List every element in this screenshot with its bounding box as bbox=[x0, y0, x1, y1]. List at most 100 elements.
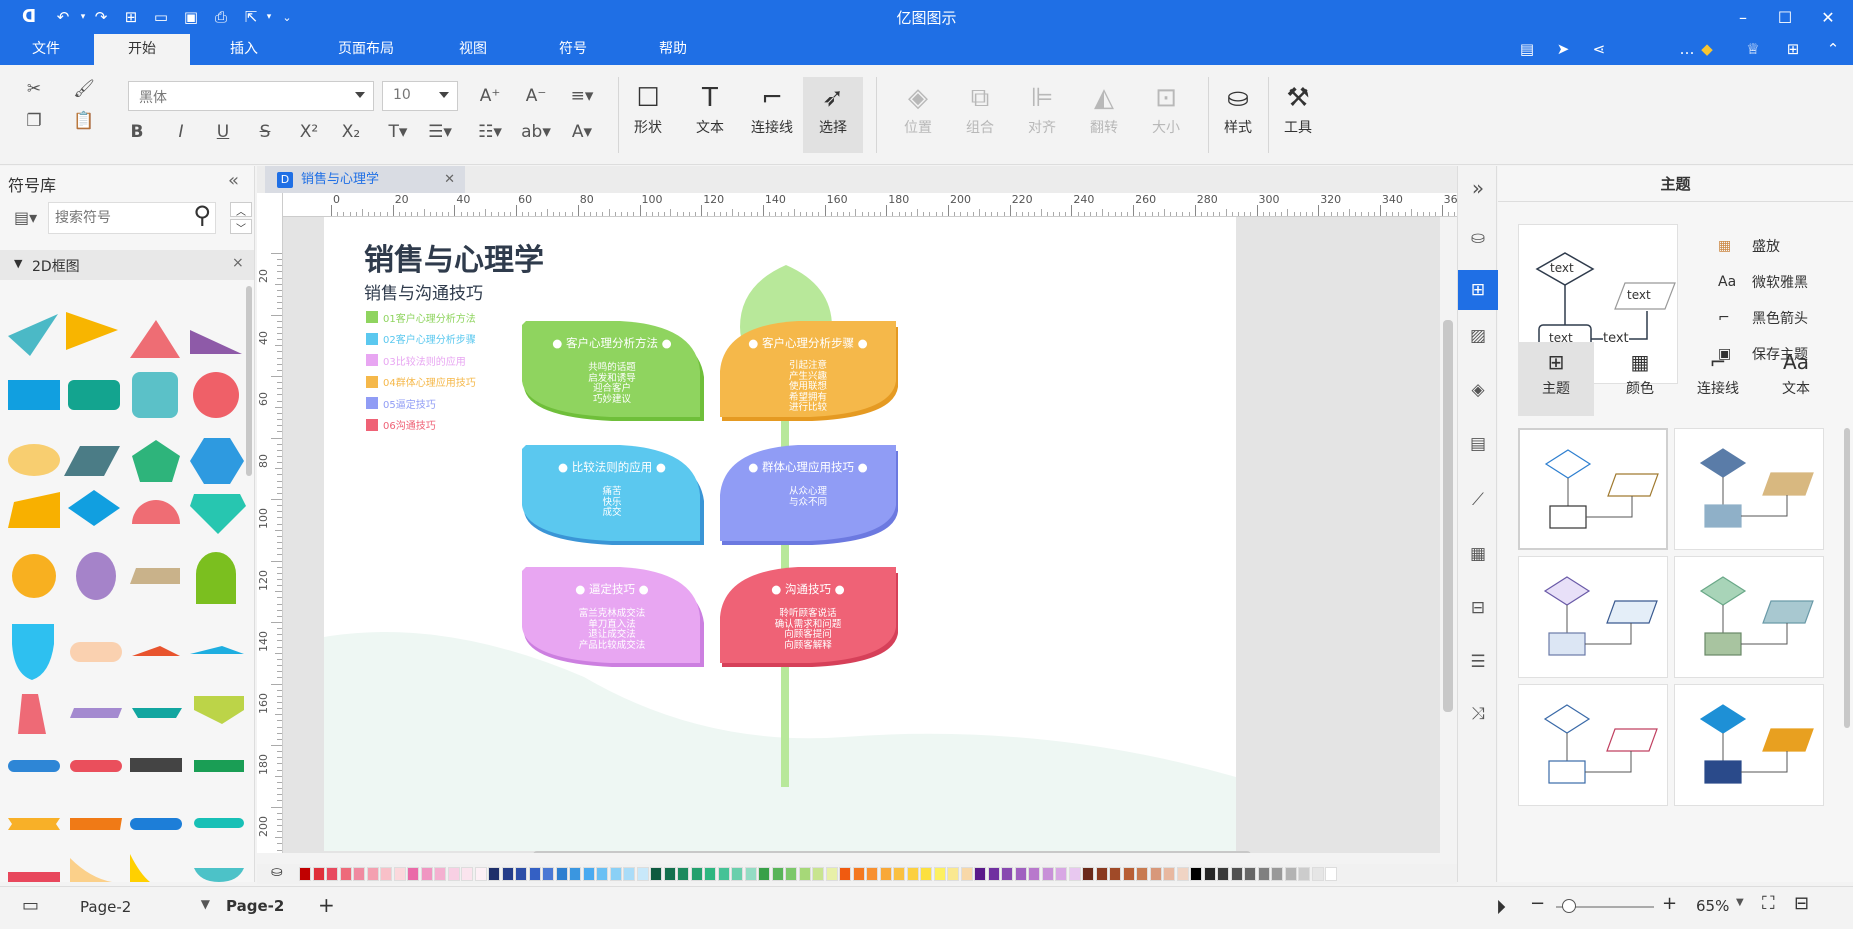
leaf-card[interactable]: ● 客户心理分析步骤 ● 引起注意 产生兴趣 使用联想 希望拥有 进行比较 bbox=[716, 321, 900, 421]
shape-triangle-red[interactable] bbox=[130, 320, 180, 358]
color-swatch[interactable] bbox=[515, 867, 527, 881]
legend-item[interactable]: 05逼定技巧 bbox=[366, 395, 436, 411]
shape-diamond[interactable] bbox=[68, 490, 120, 526]
color-swatch[interactable] bbox=[987, 867, 1000, 881]
color-swatch[interactable] bbox=[339, 867, 352, 881]
shape-triangle-purple[interactable] bbox=[190, 330, 242, 354]
page-list-icon[interactable]: ▭ bbox=[22, 895, 39, 916]
maximize-icon[interactable]: ☐ bbox=[1772, 4, 1798, 30]
color-swatch[interactable] bbox=[704, 867, 716, 881]
zoom-level[interactable]: 65% bbox=[1696, 897, 1729, 915]
theme-thumbnail[interactable] bbox=[1518, 428, 1668, 550]
connector-button[interactable]: ⌐ 连接线 bbox=[742, 79, 802, 137]
library-scrollbar[interactable] bbox=[246, 286, 252, 476]
increase-font-icon[interactable]: A⁺ bbox=[476, 81, 504, 111]
select-button[interactable]: ➶ 选择 bbox=[803, 77, 863, 153]
shape-shield[interactable] bbox=[12, 624, 54, 680]
horizontal-scrollbar[interactable] bbox=[533, 851, 1251, 853]
play-icon[interactable]: ⏵ bbox=[1496, 895, 1506, 919]
tools-button[interactable]: ⚒ 工具 bbox=[1268, 79, 1328, 137]
color-swatch[interactable] bbox=[1095, 867, 1108, 881]
drawing-page[interactable]: 销售与心理学 销售与沟通技巧 01客户心理分析方法 02客户心理分析步骤 03比较法… bbox=[324, 217, 1236, 851]
font-size-select[interactable]: 10 bbox=[382, 81, 458, 111]
shape-curve-peach[interactable] bbox=[70, 858, 112, 882]
shape-bar-teal[interactable] bbox=[132, 708, 182, 718]
color-swatch[interactable] bbox=[1244, 867, 1256, 881]
search-icon[interactable]: ⚲ bbox=[193, 201, 211, 229]
theme-scrollbar[interactable] bbox=[1844, 428, 1850, 728]
fit-page-icon[interactable]: ⛶ bbox=[1762, 893, 1775, 914]
color-swatch[interactable] bbox=[785, 867, 797, 881]
color-swatch[interactable] bbox=[1176, 867, 1189, 881]
shape-ribbon-yellow[interactable] bbox=[8, 818, 60, 830]
legend-item[interactable]: 01客户心理分析方法 bbox=[366, 309, 476, 325]
color-swatch[interactable] bbox=[1149, 867, 1162, 881]
shape-pill-peach[interactable] bbox=[70, 642, 122, 662]
outline-icon[interactable]: ☰ bbox=[1464, 648, 1492, 676]
shape-bowl[interactable] bbox=[194, 868, 244, 882]
symbol-search-input[interactable] bbox=[55, 207, 175, 229]
paste-icon[interactable]: 📋 bbox=[66, 107, 102, 135]
strikethrough-icon[interactable]: S bbox=[252, 117, 278, 147]
leaf-card[interactable]: ● 群体心理应用技巧 ● 从众心理 与众不同 bbox=[716, 445, 900, 545]
tab-theme[interactable]: ⊞ 主题 bbox=[1518, 342, 1594, 416]
collapse-panel-icon[interactable]: « bbox=[228, 170, 239, 191]
shuffle-icon[interactable]: ⤨ bbox=[1464, 700, 1492, 728]
text-direction-icon[interactable]: T▾ bbox=[380, 117, 416, 147]
page-select[interactable]: Page-2 ▼ bbox=[70, 893, 210, 921]
align-button[interactable]: ⊫ 对齐 bbox=[1012, 79, 1072, 137]
color-swatch[interactable] bbox=[474, 867, 487, 881]
color-swatch[interactable] bbox=[1311, 867, 1324, 881]
close-tab-icon[interactable]: ✕ bbox=[444, 166, 455, 193]
color-swatch[interactable] bbox=[960, 867, 973, 881]
color-swatch[interactable] bbox=[1230, 867, 1243, 881]
close-icon[interactable]: ✕ bbox=[1815, 4, 1841, 30]
shape-bar-dark[interactable] bbox=[130, 758, 182, 772]
shape-capsule-navy[interactable] bbox=[130, 818, 182, 830]
color-swatch[interactable] bbox=[596, 867, 608, 881]
fill-icon[interactable]: ⛀ bbox=[1464, 224, 1492, 252]
color-swatch[interactable] bbox=[798, 867, 811, 881]
legend-item[interactable]: 04群体心理应用技巧 bbox=[366, 374, 476, 390]
page-icon[interactable]: ▤ bbox=[1464, 430, 1492, 458]
shape-rounded-rect-green[interactable] bbox=[68, 380, 120, 410]
fill-bucket-icon[interactable]: ⛀ bbox=[271, 864, 283, 880]
add-page-button[interactable]: + bbox=[318, 893, 335, 917]
color-swatch[interactable] bbox=[947, 867, 959, 881]
color-swatch[interactable] bbox=[920, 867, 932, 881]
color-swatch[interactable] bbox=[812, 867, 824, 881]
decrease-font-icon[interactable]: A⁻ bbox=[522, 81, 550, 111]
line-spacing-icon[interactable]: ☰▾ bbox=[420, 117, 460, 147]
shape-ellipse-yellow[interactable] bbox=[8, 444, 60, 476]
color-swatch[interactable] bbox=[1190, 867, 1202, 881]
cut-icon[interactable]: ✂ bbox=[20, 75, 48, 103]
underline-icon[interactable]: U bbox=[210, 117, 236, 147]
color-swatch[interactable] bbox=[731, 867, 743, 881]
shape-strip-red[interactable] bbox=[8, 872, 60, 882]
color-swatch[interactable] bbox=[299, 867, 311, 881]
menu-symbol[interactable]: 符号 bbox=[540, 34, 606, 65]
color-swatch[interactable] bbox=[380, 867, 392, 881]
symbol-search-box[interactable]: ⚲ bbox=[48, 201, 216, 234]
legend-item[interactable]: 02客户心理分析步骤 bbox=[366, 331, 476, 347]
leaf-card[interactable]: ● 逼定技巧 ● 富兰克林成交法 单刀直入法 退让成交法 产品比较成交法 bbox=[520, 567, 704, 667]
color-swatch[interactable] bbox=[555, 867, 568, 881]
minimize-icon[interactable]: – bbox=[1730, 4, 1756, 30]
color-swatch[interactable] bbox=[866, 867, 878, 881]
leaf-card[interactable]: ● 沟通技巧 ● 聆听顾客说话 确认需求和问题 向顾客提问 向顾客解释 bbox=[716, 567, 900, 667]
color-swatch[interactable] bbox=[1082, 867, 1094, 881]
share-icon[interactable]: ⋖ bbox=[1588, 38, 1610, 60]
close-category-icon[interactable]: × bbox=[232, 255, 244, 271]
color-swatch[interactable] bbox=[1028, 867, 1040, 881]
color-swatch[interactable] bbox=[636, 867, 649, 881]
color-swatch[interactable] bbox=[1068, 867, 1081, 881]
color-swatch[interactable] bbox=[326, 867, 338, 881]
legend-item[interactable]: 06沟通技巧 bbox=[366, 417, 436, 433]
scroll-down-icon[interactable]: ﹀ bbox=[230, 219, 252, 235]
shape-triangle-teal[interactable] bbox=[8, 314, 58, 356]
color-swatch[interactable] bbox=[758, 867, 770, 881]
theme-thumbnail[interactable] bbox=[1674, 556, 1824, 678]
chart-icon[interactable]: ⟋ bbox=[1464, 486, 1492, 514]
theme-option-font[interactable]: Aa 微软雅黑 bbox=[1718, 264, 1848, 300]
vertical-scrollbar[interactable] bbox=[1443, 320, 1453, 712]
